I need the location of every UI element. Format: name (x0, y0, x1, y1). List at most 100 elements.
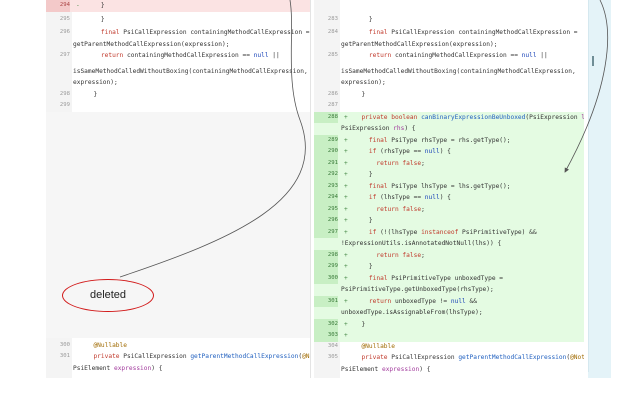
code-token: ) { (439, 194, 451, 201)
scrollbar-thumb[interactable] (592, 56, 594, 66)
code-text: } (354, 215, 580, 227)
diff-marker: + (344, 160, 348, 167)
code-token: containingMethodCallExpression == (123, 52, 254, 59)
right-code-line: 293 + final PsiType lhsType = lhs.getType… (314, 181, 584, 193)
right-code-line: 287 (314, 100, 584, 112)
diff-marker: + (344, 114, 348, 121)
code-text: if (rhsType == null) { (354, 146, 580, 158)
left-code-line: isSameMethodCalledWithoutBoxing(containi… (46, 66, 310, 78)
code-token: } (354, 263, 373, 270)
line-number: 298 (314, 250, 338, 262)
code-token: PsiExpression (341, 125, 394, 132)
right-code-line: 288 + private boolean canBinaryExpression… (314, 112, 584, 124)
bottom-blank-area (0, 378, 640, 400)
diff-marker: + (344, 275, 348, 282)
code-token: null (424, 194, 440, 201)
code-text: @Nullable (354, 341, 580, 353)
code-text: } (354, 261, 580, 273)
line-number: 285 (327, 52, 338, 58)
line-number: 286 (327, 91, 338, 97)
code-token: return false (376, 252, 422, 259)
code-token: } (354, 321, 366, 328)
code-token: final (100, 29, 120, 36)
code-text: } (354, 89, 580, 101)
line-number: 292 (314, 169, 338, 181)
code-token: (PsiExpression (525, 114, 582, 121)
code-token: } (86, 16, 105, 23)
left-code-line: 299 (46, 100, 310, 112)
code-token: (!(lhsType (376, 229, 422, 236)
code-token: expression (113, 365, 152, 372)
code-text: PsiExpression rhs) { (341, 123, 580, 135)
code-text: final PsiType lhsType = lhs.getType(); (354, 181, 580, 193)
line-number: 301 (314, 296, 338, 308)
code-token: @NotNull (302, 353, 310, 360)
code-text: return false; (354, 250, 580, 262)
code-text: final PsiType rhsType = rhs.getType(); (354, 135, 580, 147)
code-text: } (86, 14, 306, 26)
code-text: return false; (354, 158, 580, 170)
right-code-line: 295 + return false; (314, 204, 584, 216)
right-code-line: 285 return containingMethodCallExpressio… (314, 50, 584, 62)
code-token: final (368, 183, 388, 190)
diff-marker: + (344, 298, 348, 305)
code-text: expression); (73, 77, 306, 89)
diff-marker: + (344, 206, 348, 213)
right-code-line: PsiElement expression) { (314, 364, 584, 376)
right-code-line: 284 final PsiCallExpression containingMe… (314, 27, 584, 39)
line-number: 291 (314, 158, 338, 170)
code-token: (lhsType == (376, 194, 425, 201)
right-code-line: 304 @Nullable (314, 341, 584, 353)
right-code-line: 286 } (314, 89, 584, 101)
right-code-line: unboxedType.isAssignableFrom(lhsType); (314, 307, 584, 319)
code-token: PsiPrimitiveType.getUnboxedType(rhsType)… (341, 286, 494, 293)
code-token: } (86, 2, 105, 9)
diff-marker: - (76, 2, 80, 9)
diff-marker: + (344, 217, 348, 224)
code-token: } (354, 217, 373, 224)
left-code-line: 295 } (46, 14, 310, 26)
code-token: null (253, 52, 269, 59)
code-token: return false (376, 206, 422, 213)
code-text: } (354, 14, 580, 26)
code-token: instanceof (421, 229, 459, 236)
code-token: private (361, 354, 388, 361)
code-token: isSameMethodCalledWithoutBoxing(containi… (73, 68, 308, 75)
line-number: 305 (327, 354, 338, 360)
code-token: && (465, 298, 477, 305)
code-text: expression); (341, 77, 580, 89)
code-text: private boolean canBinaryExpressionBeUnb… (354, 112, 584, 124)
right-code-line: 303 + (314, 330, 584, 342)
diff-marker: + (344, 137, 348, 144)
line-number: 302 (314, 319, 338, 331)
code-text: !ExpressionUtils.isAnnotatedNotNull(lhs)… (341, 238, 580, 250)
code-token: @NotNull (570, 354, 584, 361)
diff-marker: + (344, 332, 348, 339)
code-text: private PsiCallExpression getParentMetho… (354, 352, 584, 364)
diff-right-pane: 283 } 284 final PsiCallExpression contain… (314, 0, 584, 378)
code-token: PsiCallExpression (387, 354, 459, 361)
code-token: getParentMethodCallExpression(expression… (73, 41, 230, 48)
left-code-line: 294- } (46, 0, 310, 12)
code-token: (rhsType == (376, 148, 425, 155)
line-number: 299 (59, 102, 70, 108)
code-text: } (354, 319, 580, 331)
code-text: final PsiPrimitiveType unboxedType = (354, 273, 580, 285)
code-text: PsiElement expression) { (341, 364, 580, 376)
right-code-line: !ExpressionUtils.isAnnotatedNotNull(lhs)… (314, 238, 584, 250)
right-code-line: 298 + return false; (314, 250, 584, 262)
left-code-line: expression); (46, 77, 310, 89)
line-number: 297 (59, 52, 70, 58)
code-token: unboxedType.isAssignableFrom(lhsType); (341, 309, 483, 316)
diff-marker: + (344, 171, 348, 178)
right-code-line: 299 + } (314, 261, 584, 273)
code-token: || (268, 52, 280, 59)
code-token: @Nullable (361, 343, 395, 350)
